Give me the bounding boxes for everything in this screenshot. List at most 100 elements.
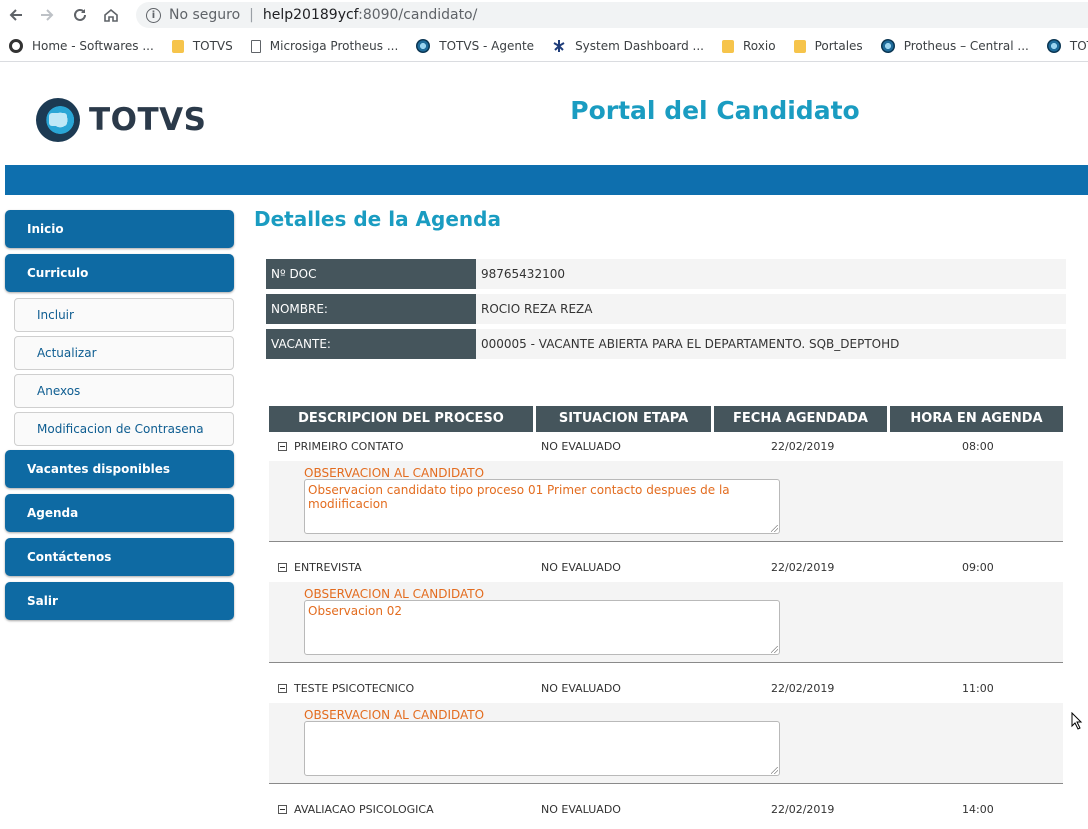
submenu-actualizar[interactable]: Actualizar [14, 336, 234, 370]
process-time: 08:00 [962, 440, 994, 453]
info-icon[interactable]: i [146, 7, 161, 23]
process-description: ENTREVISTA [294, 561, 362, 574]
bookmark-item[interactable]: TOTVS - Agente [416, 39, 534, 53]
info-row-doc: Nº DOC 98765432100 [266, 259, 1066, 289]
observation-textarea[interactable]: Observacion candidato tipo proceso 01 Pr… [304, 479, 780, 534]
nombre-label: NOMBRE: [266, 294, 476, 324]
doc-label: Nº DOC [266, 259, 476, 289]
table-row: ENTREVISTA NO EVALUADO 22/02/2019 09:00 [269, 557, 1063, 581]
process-date: 22/02/2019 [771, 440, 835, 453]
collapse-icon[interactable] [278, 684, 287, 693]
totvs-icon [416, 39, 431, 53]
column-header-descripcion: DESCRIPCION DEL PROCESO [269, 406, 533, 432]
header-band [5, 165, 1088, 195]
candidate-info-table: Nº DOC 98765432100 NOMBRE: ROCIO REZA RE… [266, 259, 1066, 364]
portal-title: Portal del Candidato [570, 96, 860, 125]
bookmark-item[interactable]: Protheus – Central ... [880, 39, 1029, 53]
menu-salir[interactable]: Salir [5, 582, 234, 620]
resize-handle-icon[interactable] [771, 525, 778, 532]
totvs-icon [880, 39, 895, 53]
page-icon [250, 39, 261, 53]
menu-contactenos[interactable]: Contáctenos [5, 538, 234, 576]
observation-panel: OBSERVACION AL CANDIDATO Observacion can… [269, 461, 1063, 542]
menu-vacantes[interactable]: Vacantes disponibles [5, 450, 234, 488]
table-row: AVALIACAO PSICOLOGICA NO EVALUADO 22/02/… [269, 799, 1063, 823]
process-date: 22/02/2019 [771, 682, 835, 695]
column-header-hora: HORA EN AGENDA [890, 406, 1063, 432]
observation-label: OBSERVACION AL CANDIDATO [304, 708, 485, 722]
observation-label: OBSERVACION AL CANDIDATO [304, 587, 485, 601]
home-icon[interactable] [101, 5, 121, 25]
observation-textarea[interactable]: Observacion 02 [304, 600, 780, 655]
submenu-incluir[interactable]: Incluir [14, 298, 234, 332]
forward-arrow-icon[interactable] [37, 5, 57, 25]
submenu-modificacion-contrasena[interactable]: Modificacion de Contrasena [14, 412, 234, 446]
bookmarks-bar: Home - Softwares ... TOTVS Microsiga Pro… [0, 31, 1088, 62]
process-description: TESTE PSICOTECNICO [294, 682, 415, 695]
process-item: ENTREVISTA NO EVALUADO 22/02/2019 09:00 … [269, 557, 1063, 678]
process-item: TESTE PSICOTECNICO NO EVALUADO 22/02/201… [269, 678, 1063, 799]
menu-inicio[interactable]: Inicio [5, 210, 234, 248]
process-item: AVALIACAO PSICOLOGICA NO EVALUADO 22/02/… [269, 799, 1063, 829]
page-title: Detalles de la Agenda [254, 207, 501, 231]
vacante-label: VACANTE: [266, 329, 476, 359]
folder-icon [171, 39, 184, 53]
security-label: No seguro [169, 7, 241, 23]
observation-textarea[interactable] [304, 721, 780, 776]
back-arrow-icon[interactable] [6, 5, 26, 25]
process-status: NO EVALUADO [541, 682, 621, 695]
bookmark-item[interactable]: Home - Softwares ... [9, 39, 154, 53]
address-bar[interactable]: i No seguro | help20189ycf:8090/candidat… [136, 2, 1088, 28]
table-row: PRIMEIRO CONTATO NO EVALUADO 22/02/2019 … [269, 436, 1063, 460]
bookmark-item[interactable]: Roxio [722, 39, 776, 53]
collapse-icon[interactable] [278, 442, 287, 451]
process-status: NO EVALUADO [541, 561, 621, 574]
process-description: AVALIACAO PSICOLOGICA [294, 803, 434, 816]
vacante-value: 000005 - VACANTE ABIERTA PARA EL DEPARTA… [476, 329, 1066, 359]
column-header-fecha: FECHA AGENDADA [714, 406, 887, 432]
info-row-vacante: VACANTE: 000005 - VACANTE ABIERTA PARA E… [266, 329, 1066, 359]
info-row-nombre: NOMBRE: ROCIO REZA REZA [266, 294, 1066, 324]
totvs-icon [1046, 39, 1061, 53]
process-status: NO EVALUADO [541, 440, 621, 453]
observation-panel: OBSERVACION AL CANDIDATO Observacion 02 [269, 582, 1063, 663]
totvs-logo-icon [36, 98, 80, 142]
process-date: 22/02/2019 [771, 803, 835, 816]
process-item: PRIMEIRO CONTATO NO EVALUADO 22/02/2019 … [269, 436, 1063, 557]
observation-panel: OBSERVACION AL CANDIDATO [269, 703, 1063, 784]
collapse-icon[interactable] [278, 805, 287, 814]
bookmark-item[interactable]: TOTVS [171, 39, 233, 53]
process-time: 09:00 [962, 561, 994, 574]
menu-agenda[interactable]: Agenda [5, 494, 234, 532]
process-date: 22/02/2019 [771, 561, 835, 574]
column-header-situacion: SITUACION ETAPA [536, 406, 711, 432]
totvs-logo: TOTVS [36, 96, 206, 144]
folder-icon [793, 39, 806, 53]
process-list: PRIMEIRO CONTATO NO EVALUADO 22/02/2019 … [269, 436, 1063, 829]
address-separator: | [249, 7, 254, 23]
submenu-anexos[interactable]: Anexos [14, 374, 234, 408]
dashboard-icon [552, 39, 566, 53]
process-table-header: DESCRIPCION DEL PROCESO SITUACION ETAPA … [269, 406, 1063, 432]
nombre-value: ROCIO REZA REZA [476, 294, 1066, 324]
process-status: NO EVALUADO [541, 803, 621, 816]
bookmark-item[interactable]: Microsiga Protheus ... [250, 39, 398, 53]
collapse-icon[interactable] [278, 563, 287, 572]
process-time: 14:00 [962, 803, 994, 816]
process-description: PRIMEIRO CONTATO [294, 440, 404, 453]
sidebar: Inicio Curriculo Incluir Actualizar Anex… [5, 210, 234, 626]
reload-icon[interactable] [70, 5, 90, 25]
process-time: 11:00 [962, 682, 994, 695]
browser-toolbar: i No seguro | help20189ycf:8090/candidat… [0, 0, 1088, 30]
bookmark-item[interactable]: System Dashboard ... [552, 39, 704, 53]
menu-curriculo[interactable]: Curriculo [5, 254, 234, 292]
logo-text: TOTVS [89, 102, 207, 138]
bookmark-item[interactable]: TOTVS CST [1046, 39, 1088, 53]
resize-handle-icon[interactable] [771, 646, 778, 653]
home-icon [9, 39, 23, 53]
mouse-cursor-icon [1071, 711, 1083, 730]
url-text[interactable]: help20189ycf:8090/candidato/ [263, 7, 477, 23]
bookmark-item[interactable]: Portales [793, 39, 863, 53]
table-row: TESTE PSICOTECNICO NO EVALUADO 22/02/201… [269, 678, 1063, 702]
resize-handle-icon[interactable] [771, 767, 778, 774]
